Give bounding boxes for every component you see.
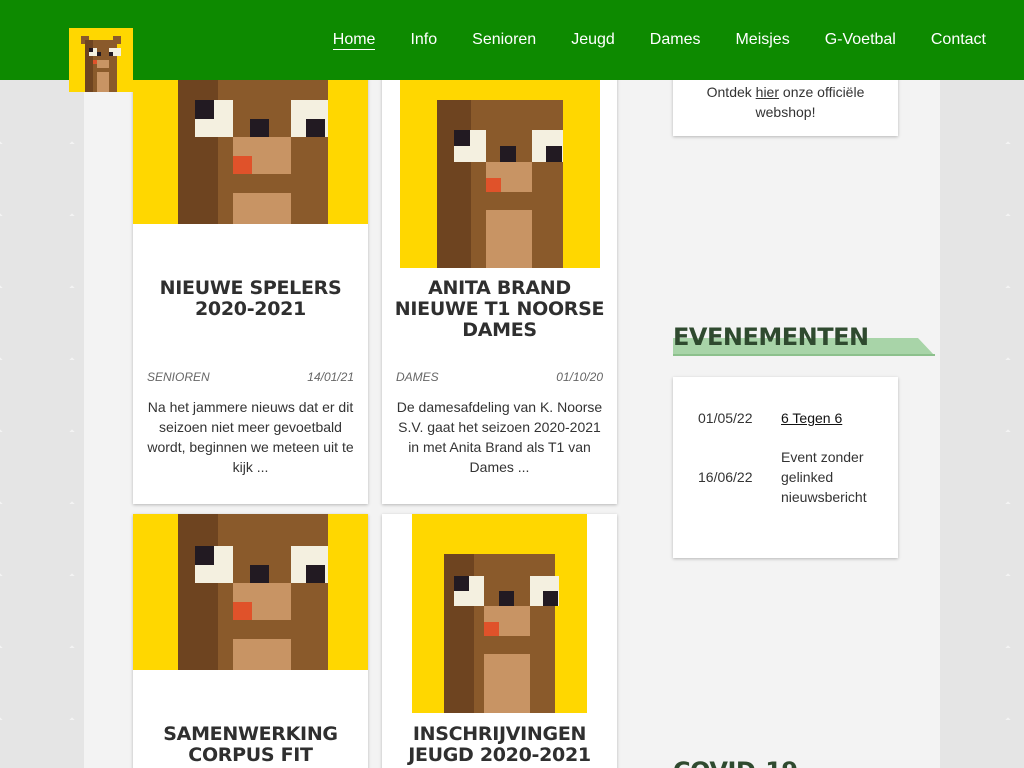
nav-item-g-voetbal[interactable]: G-Voetbal: [825, 31, 896, 49]
events-section-header: EVENEMENTEN: [673, 322, 935, 358]
events-list: 01/05/22 6 Tegen 6 16/06/22 Event zonder…: [673, 377, 898, 558]
news-card-image: [133, 514, 368, 670]
webshop-text: Ontdek hier onze officiële webshop!: [683, 82, 888, 122]
webshop-link[interactable]: hier: [756, 84, 779, 100]
main-navigation: Home Info Senioren Jeugd Dames Meisjes G…: [332, 0, 1024, 80]
pixel-bear-icon: [444, 554, 559, 713]
news-card[interactable]: INSCHRIJVINGEN JEUGD 2020-2021: [382, 514, 617, 768]
news-card-meta: SENIOREN 14/01/21: [147, 370, 354, 384]
news-card-title[interactable]: ANITA BRAND NIEUWE T1 NOORSE DAMES: [392, 278, 607, 341]
event-date: 01/05/22: [698, 410, 753, 426]
nav-item-senioren[interactable]: Senioren: [472, 31, 536, 49]
site-logo[interactable]: [69, 28, 133, 92]
news-card-title[interactable]: SAMENWERKING CORPUS FIT: [143, 724, 358, 766]
nav-item-info[interactable]: Info: [410, 31, 437, 49]
covid-title: COVID-19: [673, 756, 798, 768]
news-card-image: [133, 60, 368, 224]
news-card-category: SENIOREN: [147, 370, 210, 384]
webshop-text-before: Ontdek: [706, 84, 756, 100]
nav-item-home[interactable]: Home: [332, 31, 376, 50]
news-card-excerpt: De damesafdeling van K. Noorse S.V. gaat…: [396, 399, 603, 475]
news-card-title[interactable]: NIEUWE SPELERS 2020-2021: [143, 278, 358, 320]
pixel-bear-icon: [178, 514, 328, 670]
events-title: EVENEMENTEN: [673, 323, 869, 351]
event-title: Event zonder gelinked nieuwsbericht: [781, 449, 867, 505]
news-card[interactable]: NIEUWE SPELERS 2020-2021 SENIOREN 14/01/…: [133, 60, 368, 504]
news-card-date: 01/10/20: [556, 370, 603, 384]
nav-item-dames[interactable]: Dames: [650, 31, 701, 49]
pixel-bear-icon: [437, 100, 563, 268]
covid-section-header: COVID-19: [673, 756, 935, 768]
event-link[interactable]: 6 Tegen 6: [781, 410, 842, 426]
event-title: 6 Tegen 6: [781, 408, 881, 428]
nav-item-jeugd[interactable]: Jeugd: [571, 31, 615, 49]
event-date: 16/06/22: [698, 469, 753, 485]
news-card[interactable]: SAMENWERKING CORPUS FIT: [133, 514, 368, 768]
news-card-excerpt: Na het jammere nieuws dat er dit seizoen…: [147, 399, 354, 475]
news-card-image: [412, 514, 587, 713]
news-card-meta: DAMES 01/10/20: [396, 370, 603, 384]
news-card-title[interactable]: INSCHRIJVINGEN JEUGD 2020-2021: [392, 724, 607, 766]
news-card-image: [400, 60, 600, 268]
nav-item-contact[interactable]: Contact: [931, 31, 986, 49]
pixel-bear-icon: [178, 60, 328, 224]
top-navigation-bar: Home Info Senioren Jeugd Dames Meisjes G…: [0, 0, 1024, 80]
news-card[interactable]: ANITA BRAND NIEUWE T1 NOORSE DAMES DAMES…: [382, 60, 617, 504]
nav-item-meisjes[interactable]: Meisjes: [735, 31, 789, 49]
pixel-bear-icon: [69, 28, 133, 92]
news-card-category: DAMES: [396, 370, 439, 384]
news-card-date: 14/01/21: [307, 370, 354, 384]
